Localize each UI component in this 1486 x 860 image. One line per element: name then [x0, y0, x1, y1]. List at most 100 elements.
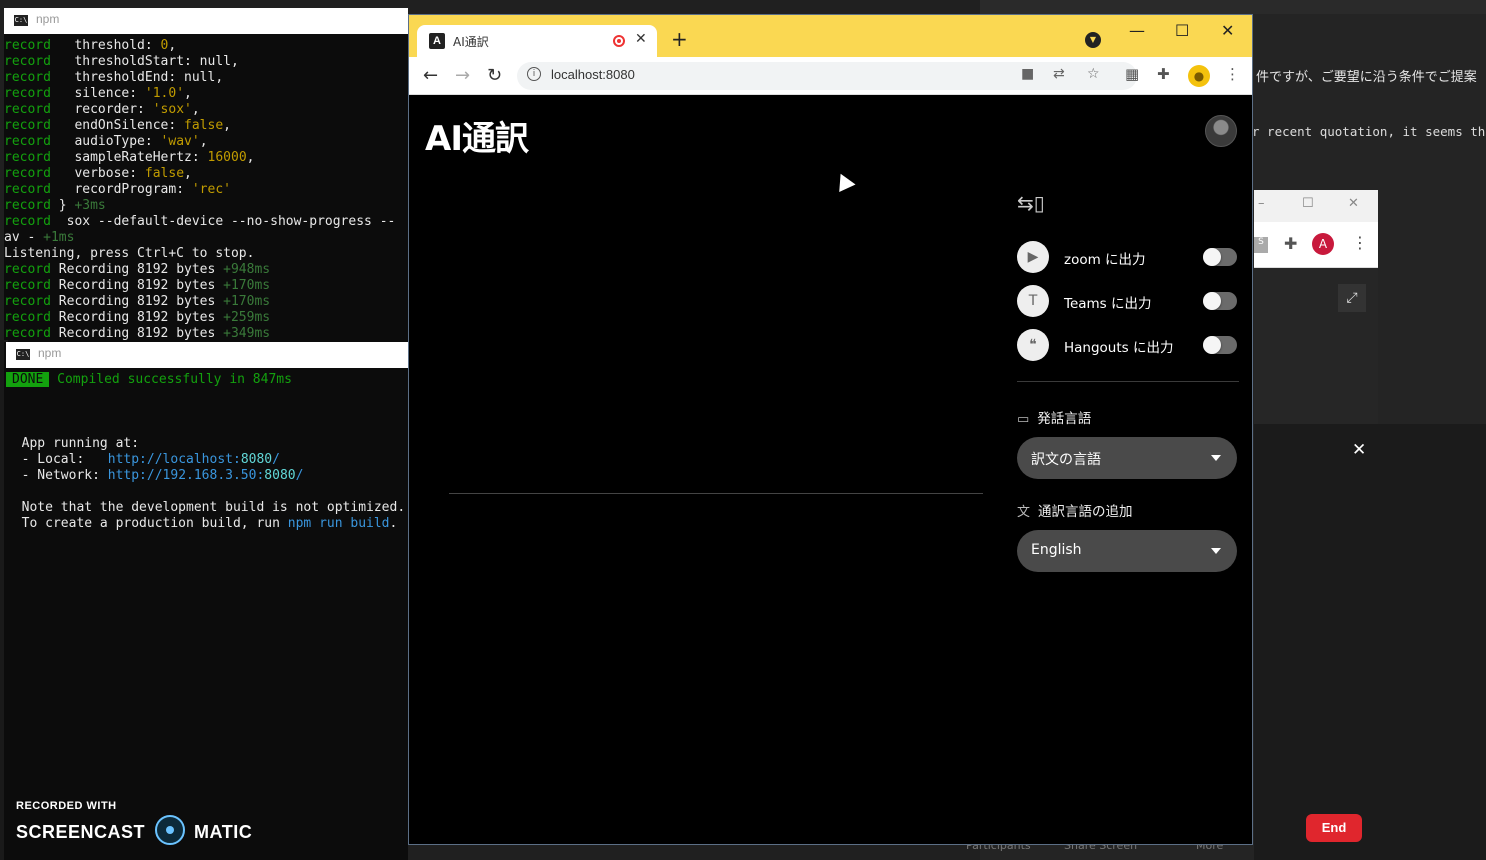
terminal-window-record[interactable]: C:\ npm record threshold: 0, record thresh…: [4, 8, 408, 342]
chevron-down-icon: [1211, 548, 1221, 554]
terminal-line: record Recording 8192 bytes +349ms: [4, 326, 271, 341]
recording-indicator-icon: [613, 35, 625, 47]
extension-icon[interactable]: S: [1254, 237, 1268, 253]
terminal-line: record audioType: 'wav',: [4, 134, 208, 149]
local-label: - Local:: [6, 452, 108, 467]
app-root: AI通訳 ⇆▯ ▶ zoom に出力 T Teams に出力 ❝ Hangout…: [409, 95, 1252, 844]
local-url[interactable]: http://localhost:: [108, 452, 241, 467]
favicon-icon: A: [429, 33, 445, 49]
swap-layout-icon[interactable]: ⇆▯: [1017, 191, 1045, 215]
maximize-icon[interactable]: ☐: [1175, 21, 1189, 40]
new-tab-icon[interactable]: +: [671, 27, 688, 51]
terminal-output: DONE Compiled successfully in 847ms App …: [6, 368, 408, 532]
terminal-line: record endOnSilence: false,: [4, 118, 231, 133]
end-meeting-button[interactable]: End: [1306, 814, 1362, 842]
translate-icon[interactable]: ⇄: [1053, 66, 1065, 82]
site-info-icon[interactable]: i: [527, 67, 541, 81]
terminal-line: record thresholdEnd: null,: [4, 70, 224, 85]
close-icon[interactable]: ✕: [1348, 196, 1359, 211]
terminal-line: record thresholdStart: null,: [4, 54, 239, 69]
close-window-icon[interactable]: ✕: [1221, 21, 1234, 40]
tab-search-icon[interactable]: ▼: [1085, 32, 1101, 48]
settings-divider: [1017, 381, 1239, 382]
terminal-output: record threshold: 0, record thresholdStar…: [4, 34, 408, 342]
side-panel: [1254, 424, 1486, 860]
teams-icon: T: [1017, 285, 1049, 317]
reload-icon[interactable]: ↻: [487, 65, 502, 86]
background-jp-text: 件ですが、ご要望に沿う条件でご提案: [1256, 70, 1477, 85]
browser-titlebar: A AI通訳 ✕ + ▼ — ☐ ✕: [409, 15, 1252, 57]
bookmark-star-icon[interactable]: ☆: [1087, 66, 1100, 82]
close-icon[interactable]: ✕: [1352, 440, 1366, 460]
avatar[interactable]: A: [1312, 233, 1334, 255]
output-label: Teams に出力: [1064, 296, 1152, 312]
tab-close-icon[interactable]: ✕: [635, 31, 647, 47]
forward-icon[interactable]: →: [455, 65, 470, 86]
build-command: npm run build: [287, 516, 390, 531]
transcript-divider: [449, 493, 983, 494]
terminal-line: record threshold: 0,: [4, 38, 177, 53]
menu-kebab-icon[interactable]: ⋮: [1352, 233, 1368, 252]
terminal-line: record sampleRateHertz: 16000,: [4, 150, 255, 165]
video-icon: ▶: [1017, 241, 1049, 273]
chevron-down-icon: [1211, 455, 1221, 461]
menu-kebab-icon[interactable]: ⋮: [1225, 65, 1240, 83]
terminal-line: Listening, press Ctrl+C to stop.: [4, 246, 255, 261]
add-language-heading: 文通訳言語の追加: [1017, 504, 1133, 520]
output-row-teams: T Teams に出力: [1017, 285, 1239, 317]
add-language-select[interactable]: English: [1017, 530, 1237, 572]
chat-icon: ▭: [1017, 412, 1030, 427]
done-badge: DONE: [6, 372, 50, 387]
terminal-line: record recorder: 'sox',: [4, 102, 200, 117]
speech-language-select[interactable]: 訳文の言語: [1017, 437, 1237, 479]
terminal-line: record verbose: false,: [4, 166, 192, 181]
terminal-line: record } +3ms: [4, 198, 106, 213]
extension-icon[interactable]: ▦: [1125, 65, 1139, 83]
translate-icon: 文: [1017, 505, 1031, 520]
hangouts-icon: ❝: [1017, 329, 1049, 361]
browser-toolbar: ← → ↻ i localhost:8080 ■ ⇄ ☆ ▦ ✚ ● ⋮: [409, 57, 1252, 95]
note-line: To create a production build, run: [6, 516, 288, 531]
minimize-icon[interactable]: —: [1129, 21, 1145, 40]
background-quote-text: r recent quotation, it seems th: [1252, 124, 1486, 139]
app-title: AI通訳: [425, 119, 529, 159]
window-title: npm: [38, 346, 62, 360]
window-title: npm: [36, 12, 60, 26]
camera-icon[interactable]: ■: [1021, 66, 1034, 82]
mouse-cursor-icon: [832, 169, 856, 193]
expand-icon[interactable]: ⤢: [1338, 284, 1366, 312]
extensions-icon[interactable]: ✚: [1284, 234, 1297, 253]
cmd-icon: C:\: [14, 15, 28, 26]
tab-title: AI通訳: [453, 35, 489, 49]
hangouts-output-toggle[interactable]: [1203, 336, 1237, 354]
output-row-hangouts: ❝ Hangouts に出力: [1017, 329, 1239, 361]
terminal-line: record Recording 8192 bytes +170ms: [4, 278, 271, 293]
address-bar[interactable]: i localhost:8080 ■ ⇄ ☆: [517, 62, 1137, 90]
url-text[interactable]: localhost:8080: [551, 67, 635, 82]
zoom-output-toggle[interactable]: [1203, 248, 1237, 266]
network-label: - Network:: [6, 468, 108, 483]
terminal-line: record Recording 8192 bytes +948ms: [4, 262, 271, 277]
terminal-line: record silence: '1.0',: [4, 86, 192, 101]
app-running-line: App running at:: [6, 436, 140, 451]
browser-tab[interactable]: A AI通訳 ✕: [417, 25, 657, 57]
user-avatar[interactable]: [1205, 115, 1237, 147]
select-value: 訳文の言語: [1031, 452, 1101, 468]
minimize-icon[interactable]: –: [1258, 196, 1265, 211]
extensions-icon[interactable]: ✚: [1157, 65, 1170, 83]
maximize-icon[interactable]: ☐: [1302, 196, 1314, 211]
watermark-caption: RECORDED WITH: [16, 800, 117, 812]
desktop: { "background": { "jp_text": "件ですが、ご要望に沿…: [0, 0, 1486, 860]
back-icon[interactable]: ←: [423, 65, 438, 86]
output-label: zoom に出力: [1064, 252, 1146, 268]
terminal-line: record recordProgram: 'rec': [4, 182, 231, 197]
terminal-window-dev-server[interactable]: C:\ npm DONE Compiled successfully in 847…: [4, 342, 408, 860]
network-port: 8080: [264, 468, 296, 483]
terminal-line: av - +1ms: [4, 230, 75, 245]
watermark-brand: SCREENCAST MATIC: [16, 815, 252, 848]
network-url[interactable]: http://192.168.3.50:: [108, 468, 265, 483]
teams-output-toggle[interactable]: [1203, 292, 1237, 310]
select-value: English: [1031, 542, 1082, 558]
profile-avatar-icon[interactable]: ●: [1188, 65, 1210, 87]
browser-window: A AI通訳 ✕ + ▼ — ☐ ✕ ← → ↻ i localhost:808…: [408, 14, 1253, 845]
